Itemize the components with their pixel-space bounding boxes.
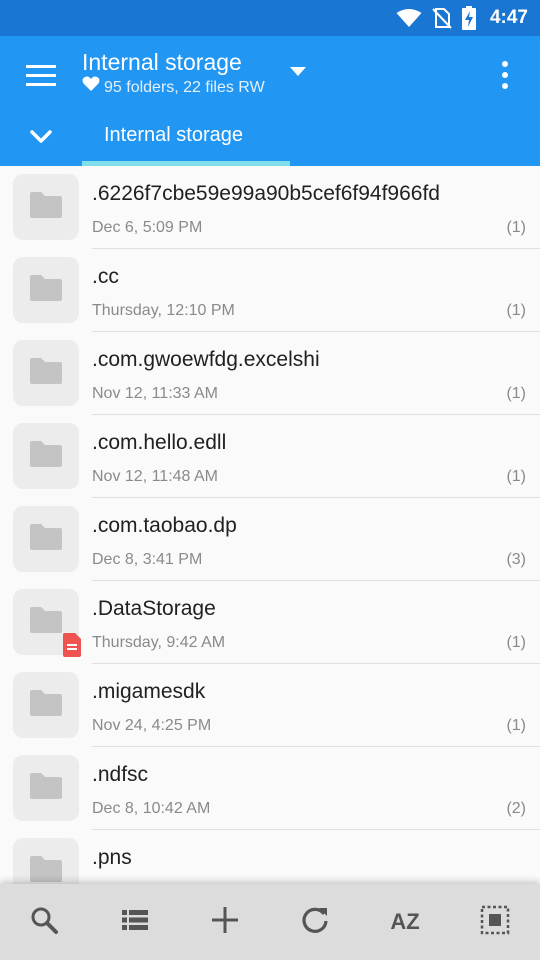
file-name: .com.hello.edll [92,431,227,454]
heart-icon [82,76,100,99]
file-name: .6226f7cbe59e99a90b5cef6f94f966fd [92,182,440,205]
folder-thumbnail [13,838,79,884]
storage-summary: 95 folders, 22 files RW [82,76,265,99]
list-view-button[interactable] [105,884,165,960]
folder-icon [28,688,64,723]
file-date: Dec 6, 5:09 PM [92,219,203,236]
file-count: (1) [506,717,526,734]
folder-icon [28,190,64,225]
file-name: .DataStorage [92,597,216,620]
refresh-button[interactable] [285,884,345,960]
storage-dropdown-icon[interactable] [287,64,309,80]
file-date: Dec 8, 10:42 AM [92,800,211,817]
folder-icon [28,356,64,391]
document-badge-icon [61,633,83,662]
file-name: .migamesdk [92,680,206,703]
tab-internal-storage[interactable]: Internal storage [82,112,290,166]
sort-button[interactable]: AZ [375,884,435,960]
list-item[interactable]: .6226f7cbe59e99a90b5cef6f94f966fd Dec 6,… [0,166,540,249]
tab-label: Internal storage [104,124,243,146]
folder-icon [28,522,64,557]
file-date: Thursday, 9:42 AM [92,634,226,651]
file-date: Nov 12, 11:33 AM [92,385,218,402]
list-item[interactable]: .com.taobao.dp Dec 8, 3:41 PM (3) [0,498,540,581]
menu-icon[interactable] [22,62,60,88]
bottom-toolbar: AZ [0,884,540,960]
file-date: Thursday, 12:10 PM [92,302,235,319]
list-item[interactable]: .DataStorage Thursday, 9:42 AM (1) [0,581,540,664]
chevron-down-icon[interactable] [28,126,54,148]
file-count: (1) [506,634,526,651]
file-count: (1) [506,219,526,236]
file-name: .com.taobao.dp [92,514,237,537]
folder-thumbnail [13,174,79,240]
folder-thumbnail [13,589,81,657]
file-count: (1) [506,385,526,402]
battery-charging-icon [461,6,476,30]
folder-icon [28,854,64,885]
folder-thumbnail [13,257,79,323]
file-name: .ndfsc [92,763,149,786]
add-button[interactable] [195,884,255,960]
list-item[interactable]: .ndfsc Dec 8, 10:42 AM (2) [0,747,540,830]
add-icon [210,905,240,940]
list-item[interactable]: .cc Thursday, 12:10 PM (1) [0,249,540,332]
status-time: 4:47 [489,7,528,28]
select-all-icon [480,905,510,940]
folder-icon [28,439,64,474]
search-icon [29,905,59,940]
file-count: (1) [506,468,526,485]
file-date: Dec 8, 3:41 PM [92,551,203,568]
folder-thumbnail [13,755,79,821]
storage-summary-text: 95 folders, 22 files RW [104,78,265,96]
search-button[interactable] [14,884,74,960]
folder-icon [28,605,64,640]
app-bar: Internal storage 95 folders, 22 files RW… [0,36,540,166]
list-item[interactable]: .com.hello.edll Nov 12, 11:48 AM (1) [0,415,540,498]
page-title: Internal storage [82,49,242,75]
no-sim-icon [432,7,452,29]
wifi-icon [396,8,422,28]
file-count: (3) [506,551,526,568]
file-list[interactable]: .6226f7cbe59e99a90b5cef6f94f966fd Dec 6,… [0,166,540,884]
file-name: .cc [92,265,119,288]
file-date: Nov 24, 4:25 PM [92,717,212,734]
list-view-icon [120,907,150,938]
sort-az-label: AZ [390,909,420,934]
file-date: Nov 12, 11:48 AM [92,468,218,485]
folder-icon [28,273,64,308]
list-item[interactable]: .com.gwoewfdg.excelshi Nov 12, 11:33 AM … [0,332,540,415]
more-options-icon[interactable] [494,58,516,92]
file-count: (1) [506,302,526,319]
file-name: .pns [92,846,132,869]
folder-thumbnail [13,506,79,572]
select-all-button[interactable] [465,884,525,960]
file-name: .com.gwoewfdg.excelshi [92,348,320,371]
list-item[interactable]: .pns [0,830,540,884]
folder-thumbnail [13,423,79,489]
list-item[interactable]: .migamesdk Nov 24, 4:25 PM (1) [0,664,540,747]
folder-thumbnail [13,340,79,406]
storage-title-block[interactable]: Internal storage 95 folders, 22 files RW [82,48,265,99]
folder-thumbnail [13,672,79,738]
refresh-icon [300,905,330,940]
folder-icon [28,771,64,806]
status-bar: 4:47 [0,0,540,36]
file-count: (2) [506,800,526,817]
